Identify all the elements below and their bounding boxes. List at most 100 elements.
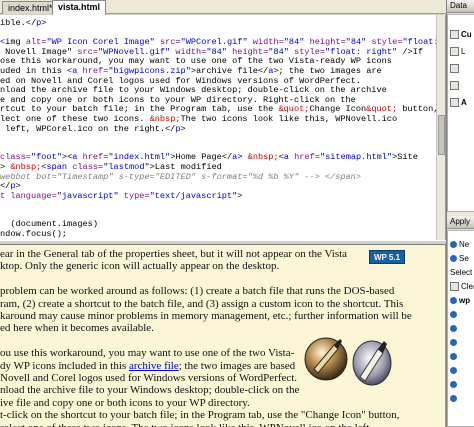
code-token: <a — [67, 66, 78, 76]
wpcorel-icon — [352, 340, 392, 386]
panel-row[interactable]: Se — [450, 253, 469, 265]
panel-row[interactable]: Clea — [450, 281, 474, 293]
code-token: rtcut to your batch file; in the Program… — [0, 105, 279, 115]
panel-row[interactable]: Cu — [450, 29, 472, 41]
code-token: > — [237, 153, 248, 163]
panel-row[interactable] — [450, 337, 459, 349]
design-text: nload the archive file to your Windows d… — [0, 384, 300, 397]
panel-button-icon[interactable] — [450, 81, 459, 91]
apply-panel-header[interactable]: Apply — [447, 216, 474, 229]
design-text: ram, (2) create a shortcut to the batch … — [0, 297, 404, 310]
code-line: (document.images) — [0, 220, 436, 230]
code-line: t language="javascript" type="text/javas… — [0, 192, 436, 202]
code-scrollbar-thumb[interactable] — [438, 115, 445, 155]
code-token: "float: right" — [402, 38, 436, 48]
radio-bullet-icon[interactable] — [450, 353, 457, 361]
code-line: ible.</p> — [0, 19, 436, 29]
panel-button-icon[interactable] — [450, 47, 459, 57]
data-panel-body: Cu L A — [447, 14, 474, 212]
code-token: (document.images) — [0, 220, 98, 230]
design-text: ive file and copy one or both icons to y… — [0, 396, 250, 409]
expand-icon[interactable] — [450, 98, 459, 108]
design-view-pane[interactable]: ear in the General tab of the properties… — [0, 245, 446, 427]
design-text: t-click on the shortcut to your batch fi… — [0, 409, 400, 422]
code-view-pane[interactable]: ible.</p> <img alt="WP Icon Corel Image" … — [0, 15, 446, 240]
code-token: "javascript" — [56, 191, 119, 201]
radio-bullet-icon[interactable] — [450, 311, 457, 319]
panel-row[interactable] — [450, 351, 459, 363]
code-token: "text/javascript" — [149, 191, 238, 201]
apply-panel-body: Ne Se Select Clea wp — [447, 230, 474, 427]
code-vertical-scrollbar[interactable] — [436, 15, 445, 240]
panel-row[interactable] — [450, 323, 459, 335]
code-token: style= — [294, 47, 326, 57]
design-text: ktop. Only the generic icon will actuall… — [0, 260, 280, 273]
code-token: />If — [397, 47, 424, 57]
panel-row-label: Clea — [461, 282, 474, 291]
code-line: ed on Novell and Corel logos used for Wi… — [0, 77, 436, 87]
code-token: "bigwpicons.zip" — [108, 66, 191, 76]
code-token: &nbsp; — [10, 162, 42, 172]
panel-row[interactable] — [450, 309, 459, 321]
code-token: button, — [397, 105, 436, 115]
panel-row[interactable] — [450, 379, 459, 391]
panel-row[interactable] — [450, 80, 461, 92]
radio-bullet-icon[interactable] — [450, 339, 457, 347]
radio-bullet-icon[interactable] — [450, 381, 457, 389]
code-token: </ — [0, 182, 11, 192]
panel-row[interactable] — [450, 393, 459, 405]
code-line: > &nbsp;<span class="lastmod">Last modif… — [0, 163, 436, 173]
panel-button-icon[interactable] — [450, 64, 459, 74]
code-token: > — [0, 162, 11, 172]
panel-button-icon[interactable] — [450, 282, 459, 292]
data-panel-header[interactable]: Data — [447, 0, 474, 13]
radio-bullet-icon[interactable] — [450, 255, 457, 263]
tab-index-html[interactable]: index.html* — [2, 1, 59, 14]
panel-row[interactable] — [450, 365, 459, 377]
code-token: webbot bot="Timestamp" s-type="EDITED" s… — [0, 172, 361, 182]
radio-bullet-icon[interactable] — [450, 395, 457, 403]
design-text-line: ram, (2) create a shortcut to the batch … — [0, 298, 440, 310]
code-token: t language= — [0, 191, 57, 201]
code-line: rtcut to your batch file; in the Program… — [0, 105, 436, 115]
archive-file-link[interactable]: archive file — [129, 360, 179, 372]
panel-row[interactable]: wp — [450, 295, 470, 307]
code-token: href= — [82, 153, 109, 163]
design-text: ear in the General tab of the properties… — [0, 248, 348, 260]
panel-row[interactable]: L — [450, 46, 465, 58]
design-text: ; the two images are based — [178, 359, 296, 372]
radio-bullet-icon[interactable] — [450, 325, 457, 333]
code-token: >Site — [392, 153, 418, 163]
code-token: type= — [123, 191, 150, 201]
code-token: height= — [232, 47, 269, 57]
design-text-line: ive file and copy one or both icons to y… — [0, 397, 440, 409]
code-token: href= — [294, 153, 320, 163]
code-token: width= — [252, 38, 284, 48]
panel-row[interactable]: A — [450, 97, 467, 109]
wp-badge-image: WP 5.1 — [369, 250, 405, 264]
code-token: e and copy one or both icons to your WP … — [0, 95, 356, 105]
code-token: width= — [175, 47, 207, 57]
radio-bullet-icon[interactable] — [450, 241, 457, 249]
code-line: e and copy one or both icons to your WP … — [0, 96, 436, 106]
code-token: "foot" — [30, 153, 62, 163]
code-line: webbot bot="Timestamp" s-type="EDITED" s… — [0, 173, 436, 183]
code-token: lect one of these two icons. — [0, 114, 150, 124]
radio-bullet-icon[interactable] — [450, 297, 457, 305]
panel-row[interactable]: Ne — [450, 239, 469, 251]
code-token: "sitemap.html" — [319, 153, 393, 163]
code-token: "84" — [206, 47, 227, 57]
design-text-line: select one of these two icons. The two i… — [0, 422, 440, 427]
tab-vista-html[interactable]: vista.html — [52, 0, 107, 15]
code-token: src= — [77, 47, 98, 57]
panel-button-icon[interactable] — [450, 30, 459, 40]
code-token: style= — [371, 38, 403, 48]
radio-bullet-icon[interactable] — [450, 367, 457, 375]
code-token: &quot; — [366, 105, 398, 115]
wp-icons-image — [304, 337, 392, 386]
panel-row[interactable] — [450, 63, 461, 75]
design-text: dy WP icons included in this — [0, 359, 129, 372]
